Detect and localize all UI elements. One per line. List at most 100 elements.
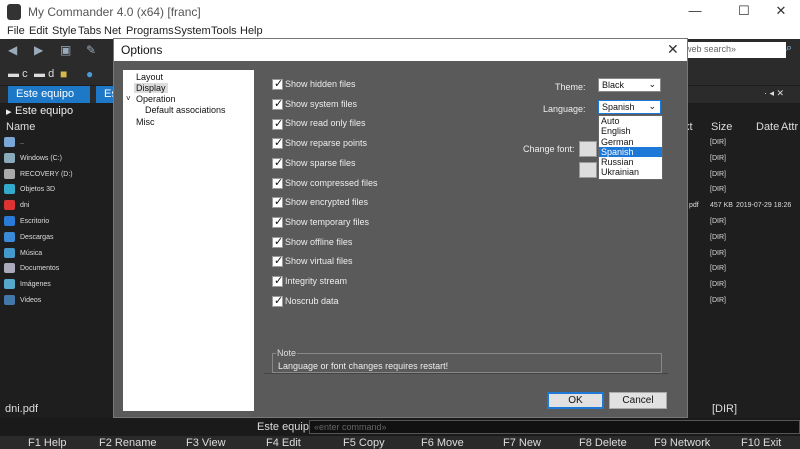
table-row[interactable]: pdf 457 KB 2019-07-29 18:26: [678, 202, 800, 217]
f8-button[interactable]: F8 Delete: [579, 437, 627, 449]
search-icon[interactable]: ⌕: [786, 42, 800, 58]
option-checkbox[interactable]: Integrity stream: [272, 274, 347, 290]
column-attr[interactable]: Attr: [781, 121, 798, 133]
table-row[interactable]: [DIR]: [678, 218, 800, 233]
language-select[interactable]: Spanish ⌄: [598, 100, 661, 114]
f7-button[interactable]: F7 New: [503, 437, 541, 449]
checkmark-icon[interactable]: [272, 97, 283, 110]
list-item[interactable]: ..: [4, 137, 24, 152]
checkmark-icon[interactable]: [272, 176, 283, 189]
theme-select[interactable]: Black ⌄: [598, 78, 661, 92]
option-checkbox[interactable]: Show system files: [272, 97, 357, 113]
checkmark-icon[interactable]: [272, 77, 283, 91]
cancel-button[interactable]: Cancel: [609, 392, 667, 409]
font-button[interactable]: [579, 141, 597, 157]
option-checkbox[interactable]: Show read only files: [272, 117, 366, 132]
list-item[interactable]: Descargas: [4, 231, 53, 247]
f5-button[interactable]: F5 Copy: [343, 437, 385, 449]
list-item[interactable]: Documentos: [4, 263, 59, 278]
list-item[interactable]: Imágenes: [4, 279, 51, 294]
table-row[interactable]: [DIR]: [678, 297, 800, 312]
tree-item-display[interactable]: Display: [134, 83, 168, 93]
table-row[interactable]: [DIR]: [678, 281, 800, 296]
language-option-auto[interactable]: Auto: [599, 116, 662, 126]
tree-item-operation[interactable]: Operation: [136, 94, 176, 104]
list-item[interactable]: Objetos 3D: [4, 184, 55, 199]
language-option-russian[interactable]: Russian: [599, 157, 662, 167]
language-option-english[interactable]: English: [599, 126, 662, 136]
checkmark-icon[interactable]: [272, 136, 283, 150]
f4-button[interactable]: F4 Edit: [266, 437, 301, 449]
list-item[interactable]: Escritorio: [4, 216, 49, 231]
folder-icon[interactable]: ■: [60, 67, 67, 81]
option-checkbox[interactable]: Show sparse files: [272, 156, 356, 172]
ok-button[interactable]: OK: [547, 392, 604, 409]
checkmark-icon[interactable]: [272, 294, 283, 307]
option-checkbox[interactable]: Show temporary files: [272, 215, 369, 231]
close-icon[interactable]: ✕: [761, 3, 800, 21]
tree-item-layout[interactable]: Layout: [136, 72, 163, 82]
save-icon[interactable]: ▣: [60, 43, 74, 57]
tree-item-default-associations[interactable]: Default associations: [145, 105, 226, 115]
table-row[interactable]: [DIR]: [678, 265, 800, 280]
f1-button[interactable]: F1 Help: [28, 437, 67, 449]
menu-programs[interactable]: Programs: [126, 25, 174, 37]
option-checkbox[interactable]: Show virtual files: [272, 254, 353, 270]
menu-edit[interactable]: Edit: [29, 25, 48, 37]
column-date[interactable]: Date: [756, 121, 779, 133]
checkmark-icon[interactable]: [272, 235, 283, 248]
menu-tools[interactable]: Tools: [211, 25, 237, 37]
font-button-2[interactable]: [579, 162, 597, 178]
tree-expand-icon[interactable]: ˅: [126, 94, 131, 103]
table-row[interactable]: [DIR]: [678, 234, 800, 249]
language-option-ukrainian[interactable]: Ukrainian: [599, 167, 662, 177]
list-item[interactable]: dni: [4, 200, 29, 215]
checkmark-icon[interactable]: [272, 254, 283, 268]
back-icon[interactable]: ◀: [8, 43, 22, 57]
tree-item-misc[interactable]: Misc: [136, 117, 155, 127]
network-icon[interactable]: ●: [86, 67, 93, 81]
edit-icon[interactable]: ✎: [86, 43, 100, 57]
list-item[interactable]: Windows (C:): [4, 152, 62, 168]
table-row[interactable]: [DIR]: [678, 250, 800, 265]
drive-c[interactable]: ▬ c: [8, 68, 28, 80]
f2-button[interactable]: F2 Rename: [99, 437, 156, 449]
table-row[interactable]: [DIR]: [678, 139, 800, 154]
option-checkbox[interactable]: Show reparse points: [272, 136, 367, 152]
option-checkbox[interactable]: Noscrub data: [272, 294, 339, 310]
table-row[interactable]: [DIR]: [678, 186, 800, 201]
column-name[interactable]: Name: [6, 121, 35, 133]
minimize-icon[interactable]: —: [675, 3, 715, 21]
command-input[interactable]: «enter command»: [309, 420, 800, 434]
table-row[interactable]: [DIR]: [678, 171, 800, 186]
menu-tabs[interactable]: Tabs: [78, 25, 101, 37]
menu-system[interactable]: System: [174, 25, 211, 37]
option-checkbox[interactable]: Show offline files: [272, 235, 352, 251]
f10-button[interactable]: F10 Exit: [741, 437, 781, 449]
option-checkbox[interactable]: Show encrypted files: [272, 195, 368, 211]
menu-help[interactable]: Help: [240, 25, 263, 37]
dialog-close-icon[interactable]: ✕: [667, 41, 679, 58]
checkmark-icon[interactable]: [272, 156, 283, 169]
checkmark-icon[interactable]: [272, 215, 283, 229]
table-row[interactable]: [DIR]: [678, 155, 800, 170]
column-size[interactable]: Size: [711, 121, 732, 133]
drive-d[interactable]: ▬ d: [34, 68, 54, 80]
list-item[interactable]: Música: [4, 247, 42, 263]
checkmark-icon[interactable]: [272, 274, 283, 288]
language-option-german[interactable]: German: [599, 137, 662, 147]
web-search-input[interactable]: «web search»: [676, 42, 786, 58]
f9-button[interactable]: F9 Network: [654, 437, 710, 449]
forward-icon[interactable]: ▶: [34, 43, 48, 57]
option-checkbox[interactable]: Show compressed files: [272, 176, 378, 192]
menu-file[interactable]: File: [7, 25, 25, 37]
list-item[interactable]: RECOVERY (D:): [4, 168, 73, 184]
maximize-icon[interactable]: ☐: [724, 3, 764, 21]
tab-scroll-icon[interactable]: · ◂ ✕: [764, 88, 784, 99]
option-checkbox[interactable]: Show hidden files: [272, 77, 356, 93]
f6-button[interactable]: F6 Move: [421, 437, 464, 449]
checkmark-icon[interactable]: [272, 117, 283, 130]
checkmark-icon[interactable]: [272, 195, 283, 209]
tab-este-equipo[interactable]: Este equipo: [8, 86, 90, 103]
f3-button[interactable]: F3 View: [186, 437, 226, 449]
